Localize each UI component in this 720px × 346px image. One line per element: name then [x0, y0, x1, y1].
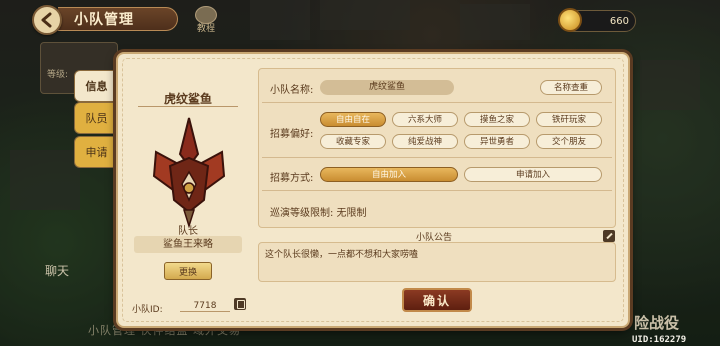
- preference-option[interactable]: 铁矸玩家: [536, 112, 602, 127]
- method-option[interactable]: 自由加入: [320, 167, 458, 182]
- background-right-label[interactable]: 险战役: [634, 312, 679, 333]
- preference-option[interactable]: 自由自在: [320, 112, 386, 127]
- tab-members[interactable]: 队员: [74, 102, 118, 134]
- confirm-button[interactable]: 确认: [402, 288, 472, 312]
- recruit-preference-label: 招募偏好:: [270, 129, 314, 140]
- team-display-name: 虎纹鲨鱼: [163, 92, 212, 106]
- preference-option[interactable]: 交个朋友: [536, 134, 602, 149]
- team-emblem-icon: [152, 117, 226, 229]
- tab-applications[interactable]: 申请: [74, 136, 118, 168]
- leader-name: 鲨鱼王来略: [134, 236, 242, 253]
- method-option[interactable]: 申请加入: [464, 167, 602, 182]
- divider: [262, 190, 612, 191]
- edit-icon[interactable]: [603, 230, 615, 242]
- page-title: 小队管理: [58, 7, 178, 31]
- preference-option[interactable]: 六系大师: [392, 112, 458, 127]
- notice-text: 这个队长很懒，一点都不想和大家唠嗑: [258, 242, 616, 282]
- team-name-field[interactable]: 虎纹鲨鱼: [320, 80, 454, 95]
- divider: [262, 102, 612, 103]
- team-profile: 虎纹鲨鱼 队长 鲨鱼王来略 更换 小队ID: 7718: [124, 58, 252, 320]
- back-button[interactable]: [32, 5, 62, 35]
- check-name-button[interactable]: 名称查重: [540, 80, 602, 95]
- team-id-label: 小队ID:: [132, 305, 163, 315]
- team-id-value: 7718: [180, 301, 230, 312]
- coin-amount: 660: [609, 15, 629, 27]
- team-name-label: 小队名称:: [270, 85, 314, 96]
- background-level-label: 等级:: [47, 70, 69, 80]
- preference-option[interactable]: 摸鱼之家: [464, 112, 530, 127]
- divider: [138, 106, 238, 107]
- background-chat-label[interactable]: 聊天: [45, 262, 69, 279]
- leader-label: 队长: [178, 226, 198, 237]
- patrol-level-limit: 巡演等级限制: 无限制: [270, 208, 367, 219]
- coin-icon: [558, 8, 582, 32]
- preference-option[interactable]: 纯爱战神: [392, 134, 458, 149]
- tab-info[interactable]: 信息: [74, 70, 118, 102]
- copy-icon[interactable]: [234, 298, 246, 310]
- back-arrow-icon: [41, 12, 52, 28]
- preference-option[interactable]: 异世勇者: [464, 134, 530, 149]
- tutorial-button[interactable]: 教程: [188, 6, 224, 36]
- preference-option[interactable]: 收藏专家: [320, 134, 386, 149]
- tutorial-icon: [195, 6, 217, 24]
- uid-label: UID:162279: [632, 335, 687, 345]
- tutorial-label: 教程: [196, 24, 215, 34]
- change-leader-button[interactable]: 更换: [164, 262, 212, 280]
- recruit-method-label: 招募方式:: [270, 173, 314, 184]
- divider: [262, 157, 612, 158]
